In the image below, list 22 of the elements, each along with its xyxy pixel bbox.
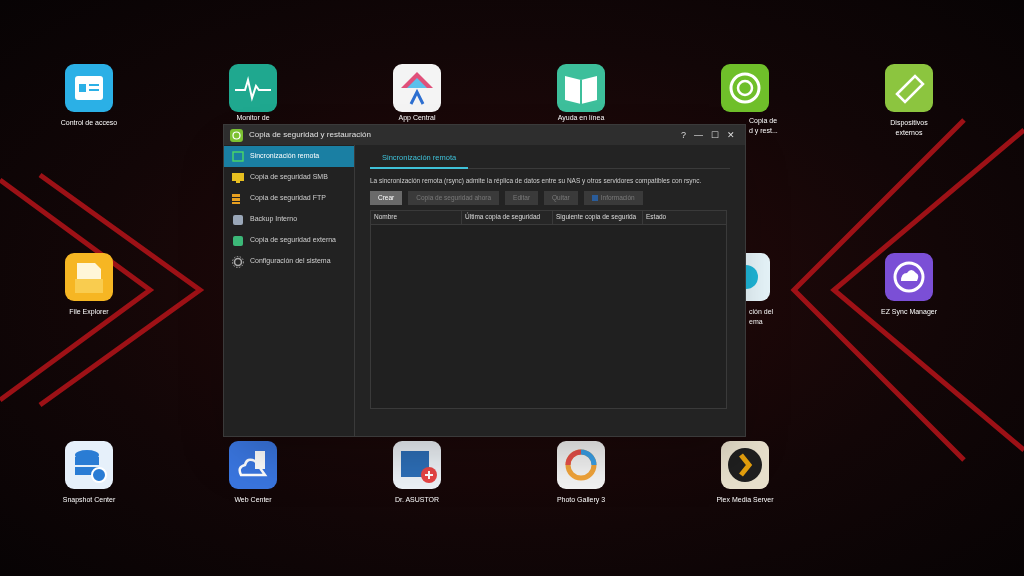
- app-icon[interactable]: [229, 441, 277, 489]
- app-icon[interactable]: [393, 441, 441, 489]
- gear-icon: [232, 255, 244, 268]
- smb-icon: [232, 171, 244, 184]
- window-title: Copia de seguridad y restauración: [249, 129, 372, 141]
- app-icon[interactable]: [557, 441, 605, 489]
- app-icon[interactable]: [393, 64, 441, 112]
- external-icon: [232, 234, 244, 247]
- app-icon[interactable]: [557, 64, 605, 112]
- sync-icon: [232, 150, 244, 163]
- app-icon[interactable]: [65, 64, 113, 112]
- app-icon[interactable]: [65, 441, 113, 489]
- app-icon[interactable]: [721, 441, 769, 489]
- internal-icon: [232, 213, 244, 226]
- info-icon: [591, 194, 598, 201]
- app-icon[interactable]: [746, 253, 770, 301]
- app-icon[interactable]: [885, 64, 933, 112]
- app-icon[interactable]: [229, 64, 277, 112]
- app-logo-icon: [230, 128, 243, 142]
- app-icon[interactable]: [65, 253, 113, 301]
- app-icon[interactable]: [721, 64, 769, 112]
- app-icon[interactable]: [885, 253, 933, 301]
